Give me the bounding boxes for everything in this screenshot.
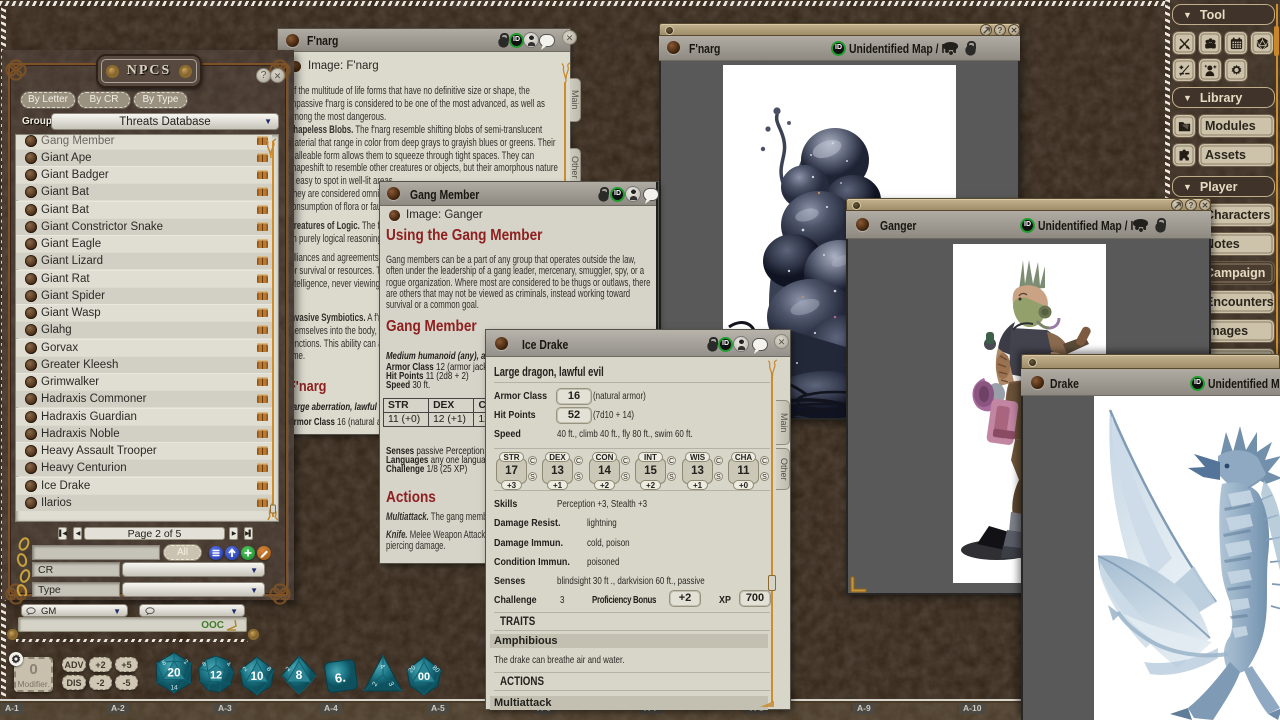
svg-text:10: 10 (251, 671, 264, 683)
svg-text:12: 12 (210, 670, 222, 682)
svg-text:8: 8 (296, 668, 303, 682)
svg-text:14: 14 (170, 684, 178, 691)
svg-text:20: 20 (167, 666, 181, 680)
svg-text:6.: 6. (334, 669, 347, 685)
svg-text:00: 00 (418, 671, 430, 683)
